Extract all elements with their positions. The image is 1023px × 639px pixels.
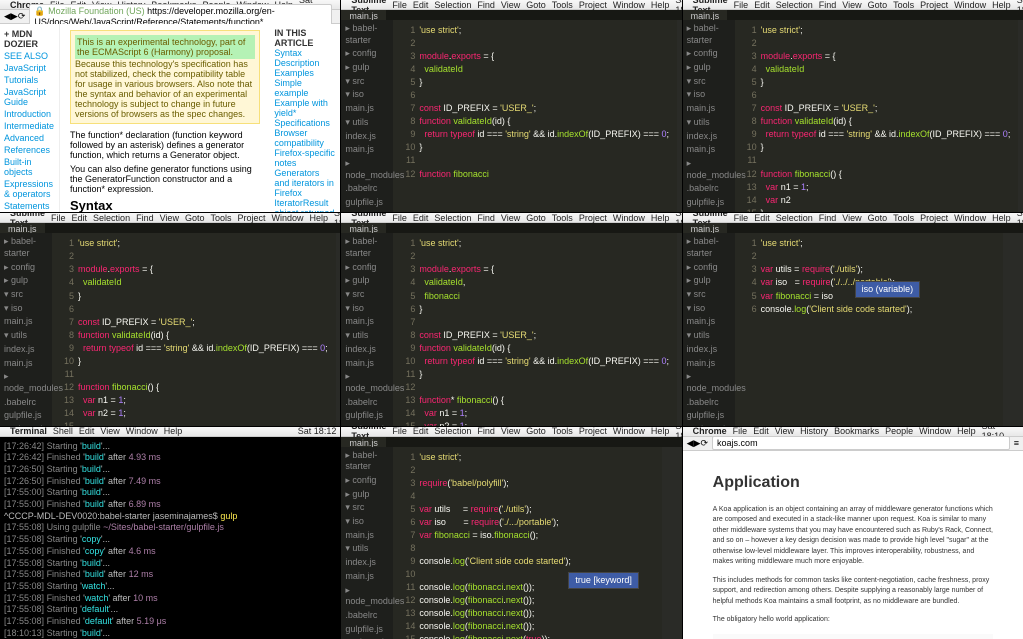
autocomplete-popup[interactable]: true [keyword]	[568, 572, 639, 589]
syntax-heading: Syntax	[70, 198, 260, 212]
panel-sublime-6: Sublime TextFileEditSelectionFindViewGot…	[683, 213, 1023, 425]
back-icon[interactable]: ◀	[4, 11, 11, 22]
editor-tab[interactable]: main.js	[341, 10, 386, 20]
forward-icon[interactable]: ▶	[11, 11, 18, 22]
terminal-output[interactable]: [17:26:42] Starting 'build'...[17:26:42]…	[0, 437, 340, 639]
koa-docs: Application A Koa application is an obje…	[683, 451, 1023, 639]
experimental-warning: This is an experimental technology, part…	[70, 30, 260, 124]
autocomplete-item[interactable]: true [keyword]	[569, 573, 638, 588]
reload-icon[interactable]: ⟳	[701, 438, 709, 449]
panel-sublime-4: Sublime TextFileEditSelectionFindViewGot…	[0, 213, 340, 425]
panel-sublime-3: Sublime TextFileEditSelectionFindViewGot…	[683, 0, 1023, 212]
code-editor[interactable]: 1'use strict';23module.exports = {4 vali…	[393, 20, 677, 212]
minimap[interactable]	[677, 20, 682, 212]
mdn-content: This is an experimental technology, part…	[60, 24, 270, 212]
panel-terminal: TerminalShellEditViewWindowHelpSat 18:12…	[0, 427, 340, 639]
panel-chrome-koa: ChromeFileEditViewHistoryBookmarksPeople…	[683, 427, 1023, 639]
autocomplete-popup[interactable]: iso (variable)	[855, 281, 921, 298]
forward-icon[interactable]: ▶	[694, 438, 701, 449]
menubar-sublime[interactable]: Sublime Text FileEditSelectionFindViewGo…	[341, 0, 681, 10]
autocomplete-item[interactable]: iso (variable)	[856, 282, 920, 297]
reload-icon[interactable]: ⟳	[18, 11, 26, 22]
browser-toolbar: ◀ ▶ ⟳ 🔒 Mozilla Foundation (US) https://…	[0, 10, 340, 24]
menu-icon[interactable]: ≡	[1014, 438, 1019, 448]
mdn-toc[interactable]: IN THIS ARTICLE Syntax Description Examp…	[270, 24, 340, 212]
file-tree[interactable]: ▸ babel-starter▸ config▸ gulp▾ src ▾ iso…	[341, 20, 393, 212]
address-bar[interactable]: koajs.com	[712, 436, 1010, 450]
page-title: Application	[713, 471, 993, 495]
mdn-sidebar[interactable]: + MDN DOZIER SEE ALSO JavaScript Tutoria…	[0, 24, 60, 212]
panel-chrome-mdn: Chrome File Edit View History Bookmarks …	[0, 0, 340, 212]
panel-sublime-8: Sublime TextFileEditSelectionFindViewGot…	[341, 427, 681, 639]
panel-sublime-5: Sublime TextFileEditSelectionFindViewGot…	[341, 213, 681, 425]
code-sample: var koa = require('koa'); var app = koa(…	[713, 634, 993, 639]
panel-sublime-2: Sublime Text FileEditSelectionFindViewGo…	[341, 0, 681, 212]
back-icon[interactable]: ◀	[687, 438, 694, 449]
lock-icon: 🔒 Mozilla Foundation (US)	[34, 6, 147, 16]
